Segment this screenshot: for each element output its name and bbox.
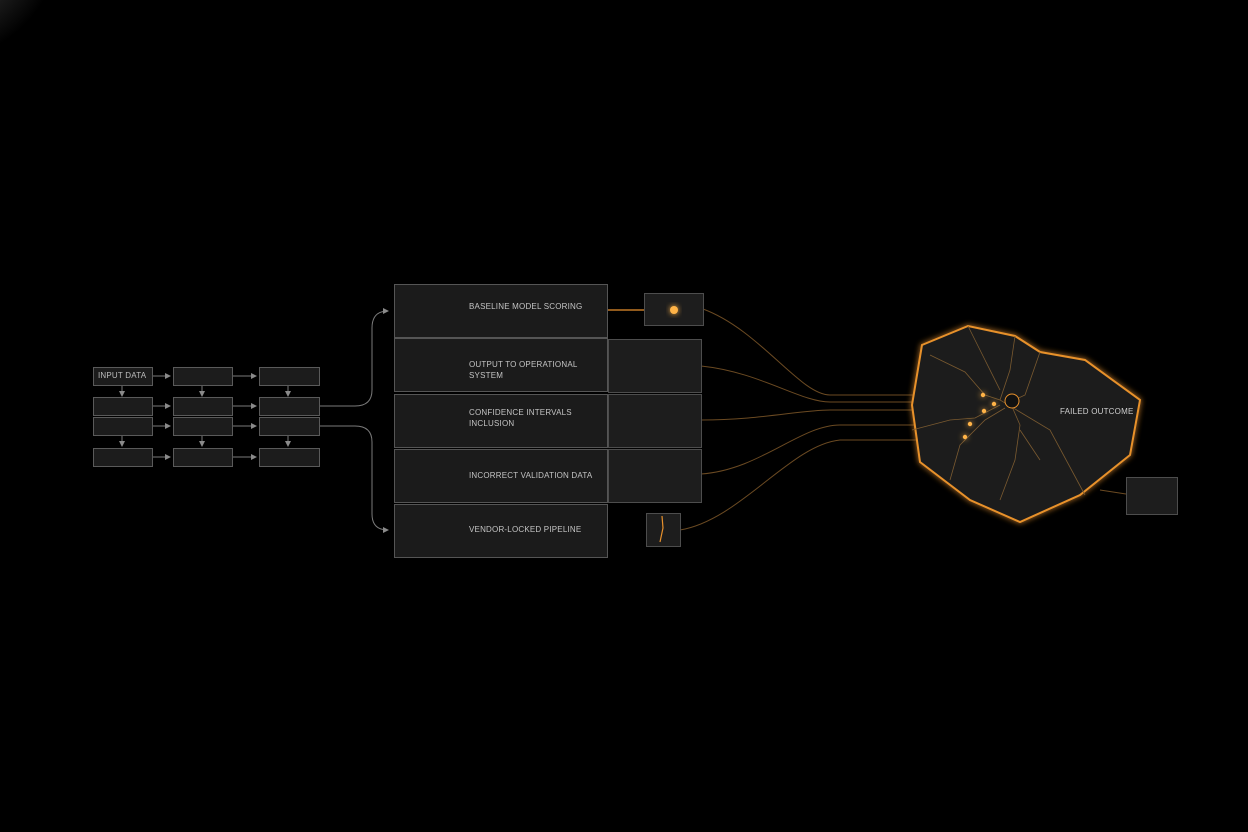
grid-cell bbox=[259, 397, 320, 416]
pipeline-diagram: INPUT DATA BASELINE MODEL SCORING OUTPUT… bbox=[0, 0, 1248, 832]
grid-cell bbox=[93, 417, 153, 436]
grid-cell bbox=[173, 397, 233, 416]
pipeline-lock-box bbox=[646, 513, 681, 547]
outcome-detail-box bbox=[1126, 477, 1178, 515]
stage-label: BASELINE MODEL SCORING bbox=[469, 302, 583, 311]
side-panel bbox=[608, 449, 702, 503]
grid-cell bbox=[173, 417, 233, 436]
corner-light bbox=[0, 0, 60, 60]
grid-cell bbox=[259, 367, 320, 386]
grid-cell bbox=[259, 448, 320, 467]
stage-baseline-model-scoring: BASELINE MODEL SCORING bbox=[394, 284, 608, 338]
input-data-box: INPUT DATA bbox=[93, 367, 153, 386]
grid-cell bbox=[93, 397, 153, 416]
grid-cell bbox=[93, 448, 153, 467]
failed-outcome-node bbox=[910, 324, 1142, 524]
stage-label: CONFIDENCE INTERVALS INCLUSION bbox=[469, 408, 572, 428]
stage-output-to-operational-system: OUTPUT TO OPERATIONAL SYSTEM bbox=[394, 338, 608, 392]
outcome-exit-connector bbox=[1099, 489, 1127, 495]
stage-confidence-intervals-inclusion: CONFIDENCE INTERVALS INCLUSION bbox=[394, 394, 608, 448]
stage-label: OUTPUT TO OPERATIONAL SYSTEM bbox=[469, 360, 578, 380]
stage-vendor-locked-pipeline: VENDOR-LOCKED PIPELINE bbox=[394, 504, 608, 558]
scoring-output-box bbox=[644, 293, 704, 326]
stage-incorrect-validation-data: INCORRECT VALIDATION DATA bbox=[394, 449, 608, 503]
branch-connectors bbox=[319, 308, 389, 533]
grid-cell bbox=[259, 417, 320, 436]
side-panel bbox=[608, 394, 702, 448]
side-panel bbox=[608, 339, 702, 393]
input-data-label: INPUT DATA bbox=[98, 371, 147, 380]
stage-label: VENDOR-LOCKED PIPELINE bbox=[469, 525, 582, 534]
failed-outcome-label: FAILED OUTCOME bbox=[1060, 407, 1134, 416]
grid-cell bbox=[173, 448, 233, 467]
stage-label: INCORRECT VALIDATION DATA bbox=[469, 471, 593, 480]
grid-cell bbox=[173, 367, 233, 386]
